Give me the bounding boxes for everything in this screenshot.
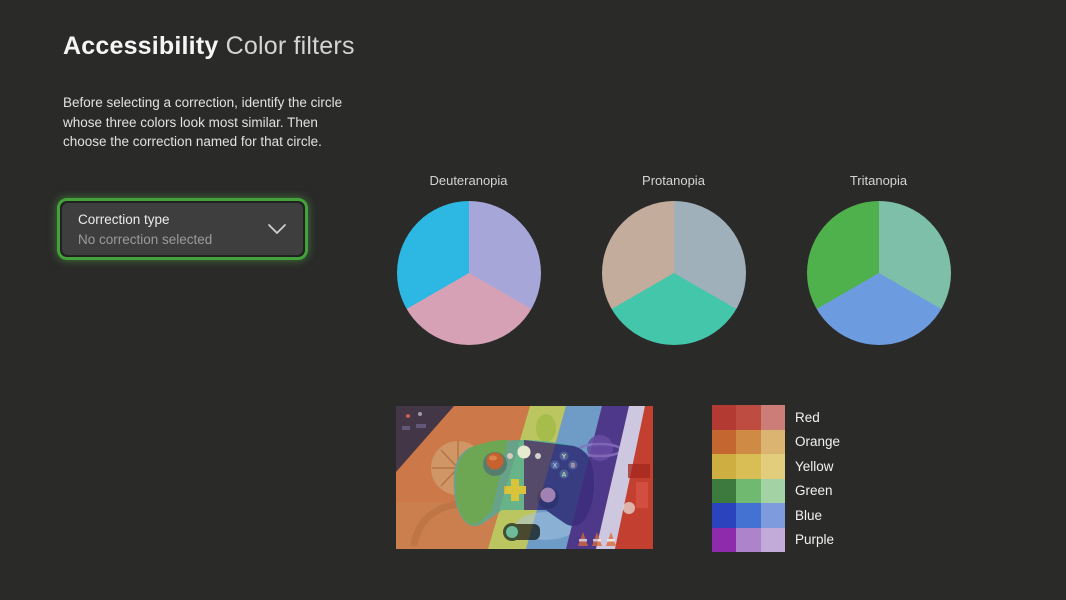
protanopia-label: Protanopia [601,173,746,188]
color-filters-settings-page: Accessibility Color filters Before selec… [0,0,1066,600]
tritanopia-pie-chart [807,201,951,345]
deuteranopia-label: Deuteranopia [396,173,541,188]
dropdown-selected-value: No correction selected [78,232,259,247]
legend-label-green: Green [795,479,840,504]
chevron-down-icon [267,223,287,235]
swatch-yellow-shade-0 [712,454,736,479]
tritanopia-label: Tritanopia [806,173,951,188]
swatch-green-shade-2 [761,479,785,504]
color-legend-labels: RedOrangeYellowGreenBluePurple [795,405,840,552]
swatch-blue-shade-1 [736,503,760,528]
color-legend-swatch-grid [712,405,785,552]
page-title: Accessibility Color filters [63,32,355,61]
swatch-blue-shade-0 [712,503,736,528]
legend-label-red: Red [795,405,840,430]
swatch-blue-shade-2 [761,503,785,528]
swatch-green-shade-1 [736,479,760,504]
swatch-orange-shade-0 [712,430,736,455]
swatch-green-shade-0 [712,479,736,504]
swatch-purple-shade-0 [712,528,736,553]
swatch-purple-shade-2 [761,528,785,553]
swatch-yellow-shade-2 [761,454,785,479]
swatch-orange-shade-1 [736,430,760,455]
swatch-red-shade-1 [736,405,760,430]
correction-type-dropdown[interactable]: Correction type No correction selected [57,198,308,260]
swatch-yellow-shade-1 [736,454,760,479]
swatch-orange-shade-2 [761,430,785,455]
page-title-subsection: Color filters [226,32,355,60]
page-title-section: Accessibility [63,32,218,60]
controller-artwork-image: Y X B A [396,406,653,549]
legend-label-yellow: Yellow [795,454,840,479]
instructions-text: Before selecting a correction, identify … [63,93,359,152]
legend-label-purple: Purple [795,528,840,553]
deuteranopia-pie-chart [397,201,541,345]
deuteranopia-pie-group: Deuteranopia [396,173,541,345]
protanopia-pie-chart [602,201,746,345]
dropdown-label: Correction type [78,212,259,227]
protanopia-pie-group: Protanopia [601,173,746,345]
swatch-purple-shade-1 [736,528,760,553]
swatch-red-shade-2 [761,405,785,430]
legend-label-orange: Orange [795,430,840,455]
swatch-red-shade-0 [712,405,736,430]
legend-label-blue: Blue [795,503,840,528]
correction-type-dropdown-inner: Correction type No correction selected [62,203,303,255]
tritanopia-pie-group: Tritanopia [806,173,951,345]
